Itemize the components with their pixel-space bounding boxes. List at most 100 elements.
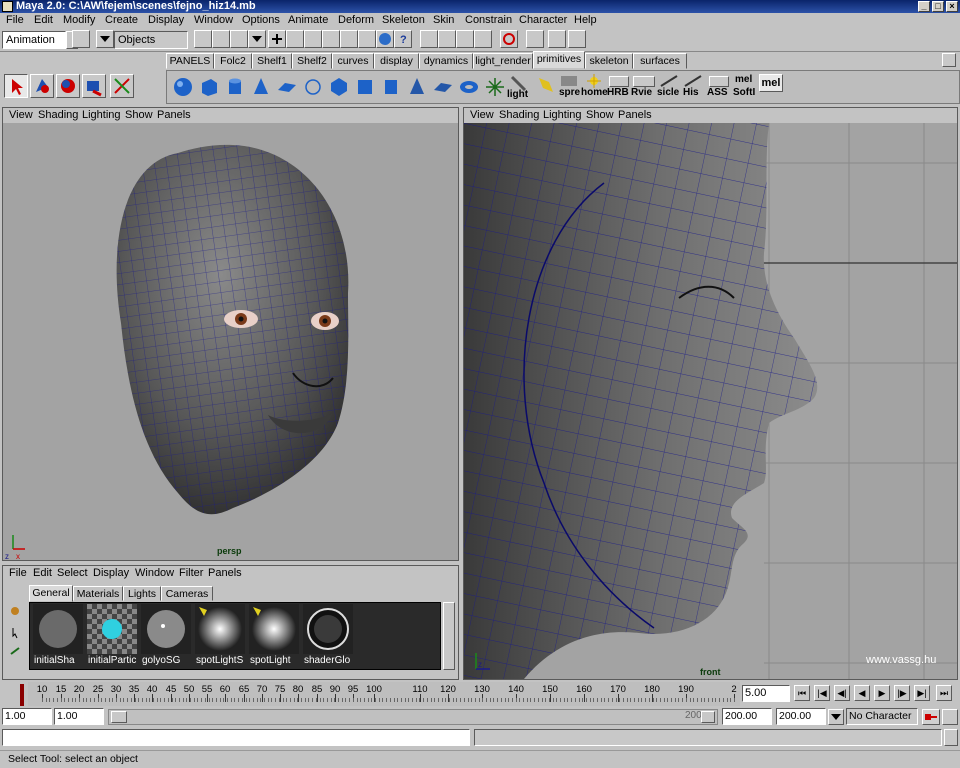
start-time-field[interactable]: 1.00 xyxy=(2,708,52,725)
current-time-marker[interactable] xyxy=(20,684,24,706)
menu-animate[interactable]: Animate xyxy=(288,13,328,28)
menu-options[interactable]: Options xyxy=(242,13,280,28)
select-tool-icon[interactable] xyxy=(4,74,28,98)
poly-cylinder-icon[interactable] xyxy=(379,74,403,100)
select-hierarchy-icon[interactable] xyxy=(194,30,212,48)
snap-view-icon[interactable] xyxy=(340,30,358,48)
poly-cube-icon[interactable] xyxy=(353,74,377,100)
scale-tool-icon[interactable] xyxy=(110,74,134,98)
shelf-tab-light-render[interactable]: light_render xyxy=(473,53,533,69)
shelf-his-button[interactable]: His xyxy=(683,74,705,100)
shelf-tab-primitives[interactable]: primitives xyxy=(533,51,585,69)
front-menu-lighting[interactable]: Lighting xyxy=(543,108,582,123)
shelf-hrb-button[interactable]: HRB xyxy=(607,74,631,100)
command-input[interactable] xyxy=(2,729,470,746)
shelf-rvie-button[interactable]: Rvie xyxy=(631,74,657,100)
front-viewport[interactable]: z xyxy=(464,123,957,679)
close-panel-icon[interactable] xyxy=(568,30,586,48)
menu-file[interactable]: File xyxy=(6,13,24,28)
menu-create[interactable]: Create xyxy=(105,13,138,28)
go-to-start-button[interactable]: ⏮ xyxy=(794,685,810,701)
shelf-mel-button[interactable]: mel xyxy=(759,74,783,92)
persp-menu-view[interactable]: View xyxy=(9,108,33,123)
shelf-sicle-button[interactable]: sicle xyxy=(657,74,681,100)
menu-character[interactable]: Character xyxy=(519,13,567,28)
render-settings-icon[interactable] xyxy=(456,30,474,48)
swatch-spot-light-shape[interactable]: spotLightS xyxy=(194,603,246,669)
hyp-menu-window[interactable]: Window xyxy=(135,566,174,581)
head-model-profile[interactable] xyxy=(464,123,818,679)
swatch-shader-glow[interactable]: shaderGlo xyxy=(302,603,354,669)
playback-end-field[interactable]: 200.00 xyxy=(722,708,772,725)
cylinder-icon[interactable] xyxy=(223,74,247,100)
maximize-button[interactable]: □ xyxy=(932,1,944,12)
menu-set-dropdown[interactable]: Animation xyxy=(2,31,66,49)
swatch-golyo-sg[interactable]: golyoSG xyxy=(140,603,192,669)
select-component-icon[interactable] xyxy=(230,30,248,48)
menu-constrain[interactable]: Constrain xyxy=(465,13,512,28)
front-menu-shading[interactable]: Shading xyxy=(499,108,539,123)
move-tool-icon[interactable] xyxy=(56,74,80,98)
selection-mask-field[interactable]: Objects xyxy=(114,31,188,49)
playback-start-field[interactable]: 1.00 xyxy=(54,708,104,725)
mask-arrow-icon[interactable] xyxy=(248,30,266,48)
shelf-home-button[interactable]: home xyxy=(581,74,609,100)
hyp-tab-materials[interactable]: Materials xyxy=(73,586,123,601)
selection-mode-arrow-icon[interactable] xyxy=(96,30,114,48)
poly-cone-icon[interactable] xyxy=(405,74,429,100)
shelf-tab-dynamics[interactable]: dynamics xyxy=(419,53,473,69)
hypershade-scrollbar[interactable] xyxy=(443,602,455,670)
plus-icon[interactable] xyxy=(268,30,286,48)
swatch-initial-particle[interactable]: initialPartic xyxy=(86,603,138,669)
poly-sphere-icon[interactable] xyxy=(327,74,351,100)
shelf-spre-button[interactable]: spre xyxy=(559,74,581,100)
layout-two-pane-icon[interactable] xyxy=(548,30,566,48)
close-button[interactable]: × xyxy=(946,1,958,12)
minimize-button[interactable]: _ xyxy=(918,1,930,12)
snap-point-icon[interactable] xyxy=(322,30,340,48)
sphere-icon[interactable] xyxy=(171,74,195,100)
script-editor-icon[interactable] xyxy=(944,729,958,746)
poly-torus-icon[interactable] xyxy=(457,74,481,100)
shelf-tab-curves[interactable]: curves xyxy=(332,53,374,69)
render-globe-icon[interactable] xyxy=(376,30,394,48)
persp-menu-shading[interactable]: Shading xyxy=(38,108,78,123)
locator-icon[interactable] xyxy=(483,74,507,100)
hyp-menu-file[interactable]: File xyxy=(9,566,27,581)
poly-plane-icon[interactable] xyxy=(431,74,455,100)
range-slider-left-handle[interactable] xyxy=(111,711,127,723)
layout-one-pane-icon[interactable] xyxy=(526,30,544,48)
persp-viewport[interactable]: zx xyxy=(3,123,458,560)
menu-display[interactable]: Display xyxy=(148,13,184,28)
play-forwards-button[interactable]: ▶ xyxy=(874,685,890,701)
play-backwards-button[interactable]: ◀ xyxy=(854,685,870,701)
circle-icon[interactable] xyxy=(301,74,325,100)
front-menu-show[interactable]: Show xyxy=(586,108,614,123)
maya-app-icon[interactable] xyxy=(2,1,13,12)
step-forward-key-button[interactable]: ▶| xyxy=(914,685,930,701)
menu-skin[interactable]: Skin xyxy=(433,13,454,28)
hypershade-icon[interactable] xyxy=(474,30,492,48)
undo-icon[interactable] xyxy=(500,30,518,48)
hyp-tab-lights[interactable]: Lights xyxy=(123,586,161,601)
swatch-initial-shading[interactable]: initialSha xyxy=(32,603,84,669)
current-time-field[interactable]: 5.00 xyxy=(742,685,790,702)
ipr-render-icon[interactable] xyxy=(438,30,456,48)
menu-window[interactable]: Window xyxy=(194,13,233,28)
shelf-tab-skeleton[interactable]: skeleton xyxy=(585,53,633,69)
hyp-tab-cameras[interactable]: Cameras xyxy=(161,586,213,601)
hyp-menu-select[interactable]: Select xyxy=(57,566,88,581)
end-time-field[interactable]: 200.00 xyxy=(776,708,826,725)
head-model-persp[interactable] xyxy=(116,144,349,515)
hyp-tab-general[interactable]: General xyxy=(29,585,73,602)
shelf-tab-display[interactable]: display xyxy=(374,53,419,69)
shelf-tab-surfaces[interactable]: surfaces xyxy=(633,53,687,69)
cone-icon[interactable] xyxy=(249,74,273,100)
hyp-menu-display[interactable]: Display xyxy=(93,566,129,581)
range-slider-right-handle[interactable] xyxy=(701,711,715,723)
auto-key-icon[interactable] xyxy=(922,709,940,725)
front-menu-panels[interactable]: Panels xyxy=(618,108,652,123)
menu-edit[interactable]: Edit xyxy=(34,13,53,28)
plane-icon[interactable] xyxy=(275,74,299,100)
shelf-tab-shelf1[interactable]: Shelf1 xyxy=(252,53,292,69)
